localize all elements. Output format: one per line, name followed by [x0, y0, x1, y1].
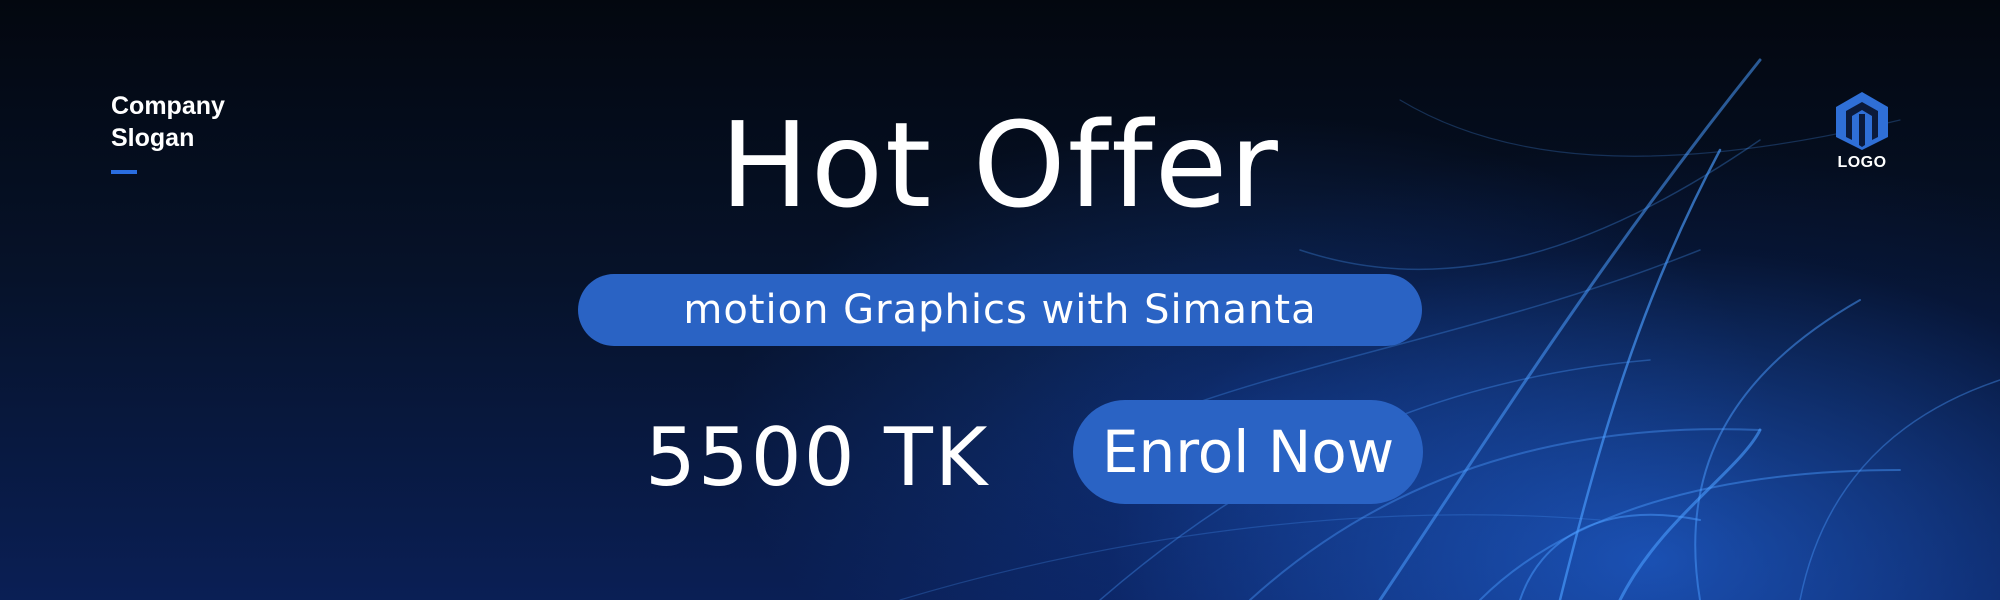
enrol-now-button[interactable]: Enrol Now [1073, 400, 1423, 504]
promo-banner: Company Slogan LOGO Hot Offer motion Gra… [0, 0, 2000, 600]
course-title-pill: motion Graphics with Simanta [578, 274, 1422, 346]
headline: Hot Offer [720, 96, 1280, 234]
price-label: 5500 TK [645, 411, 990, 504]
